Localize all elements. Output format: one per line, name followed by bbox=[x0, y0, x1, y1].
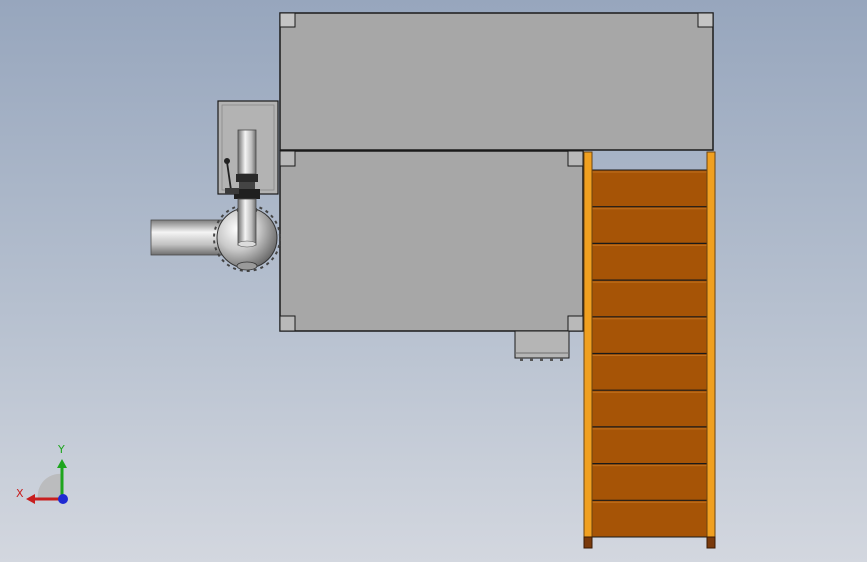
machine-top-view-drawing bbox=[26, 12, 716, 549]
x-axis-arrow-icon bbox=[26, 494, 35, 504]
z-axis-dot-icon bbox=[58, 494, 68, 504]
stair-foot-right bbox=[706, 536, 716, 549]
inlet-pipe bbox=[150, 219, 224, 256]
upper-housing bbox=[279, 12, 714, 151]
x-axis-label: X bbox=[16, 487, 24, 500]
y-axis-label: Y bbox=[58, 443, 65, 456]
lower-housing bbox=[279, 150, 584, 332]
stair-rail-right bbox=[706, 151, 716, 538]
staircase bbox=[583, 151, 716, 549]
stair-rail-left bbox=[583, 151, 593, 538]
motor-box bbox=[514, 330, 570, 361]
stair-foot-left bbox=[583, 536, 593, 549]
coordinate-triad bbox=[26, 459, 68, 504]
cad-viewport[interactable]: Y X bbox=[0, 0, 867, 562]
triad-plane bbox=[37, 473, 62, 499]
y-axis-arrow-icon bbox=[57, 459, 67, 468]
